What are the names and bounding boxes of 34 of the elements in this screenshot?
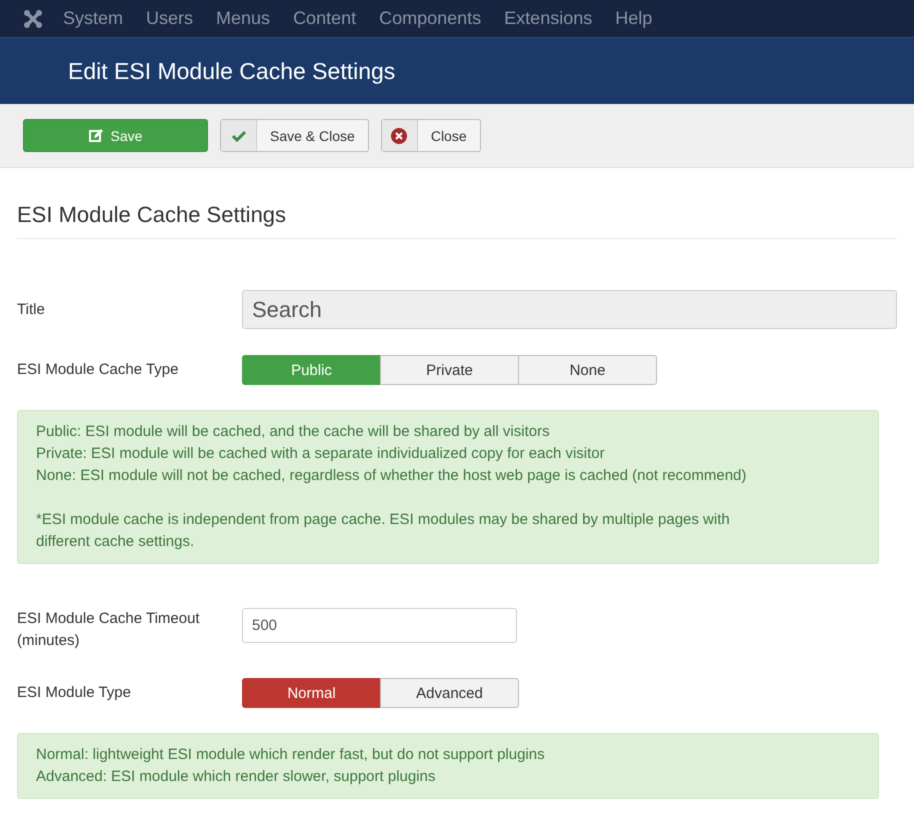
menu-item[interactable]: System	[63, 8, 124, 29]
logo-icon[interactable]	[23, 8, 43, 28]
info-text: *ESI module cache is independent from page cache. ESI modules may be shared by multiple pages with	[36, 510, 731, 530]
info-text: Private: ESI module will be cached with a separate individualized copy for each visitor	[36, 444, 606, 464]
save-button[interactable]: Save	[23, 119, 208, 152]
toggle-option[interactable]: Private	[380, 355, 519, 385]
field-label: Title	[17, 300, 46, 320]
check-icon	[232, 130, 246, 142]
close-button[interactable]: Close	[380, 119, 481, 152]
menu-item[interactable]: Content	[293, 8, 356, 29]
save-close-button[interactable]: Save & Close	[220, 119, 369, 152]
toggle-option[interactable]: None	[518, 355, 657, 385]
field-label: ESI Module Cache Type	[17, 360, 180, 380]
input-field[interactable]: 500	[242, 608, 517, 643]
toggle-option[interactable]: Public	[242, 355, 381, 385]
info-text: different cache settings.	[36, 532, 196, 552]
info-text: None: ESI module will not be cached, regardless of whether the host web page is cached (not recommend)	[36, 466, 748, 486]
info-text: Normal: lightweight ESI module which render fast, but do not support plugins	[36, 745, 546, 765]
menu-item[interactable]: Menus	[216, 8, 270, 29]
menu-item[interactable]: Extensions	[504, 8, 592, 29]
input-field[interactable]: Search	[242, 290, 897, 329]
field-label: ESI Module Type	[17, 683, 132, 703]
edit-icon	[88, 128, 103, 142]
menu-item[interactable]: Components	[379, 8, 482, 29]
menu-item[interactable]: Help	[615, 8, 652, 29]
info-text: Advanced: ESI module which render slower, support plugins	[36, 767, 436, 787]
page-title: Edit ESI Module Cache Settings	[68, 58, 396, 84]
toggle-option[interactable]: Normal	[242, 678, 381, 708]
info-text: Public: ESI module will be cached, and the cache will be shared by all visitors	[36, 422, 551, 442]
field-label: ESI Module Cache Timeout (minutes)	[17, 609, 201, 651]
section-heading: ESI Module Cache Settings	[17, 168, 897, 239]
menu-item[interactable]: Users	[146, 8, 194, 29]
close-icon	[391, 128, 408, 144]
toggle-option[interactable]: Advanced	[380, 678, 519, 708]
